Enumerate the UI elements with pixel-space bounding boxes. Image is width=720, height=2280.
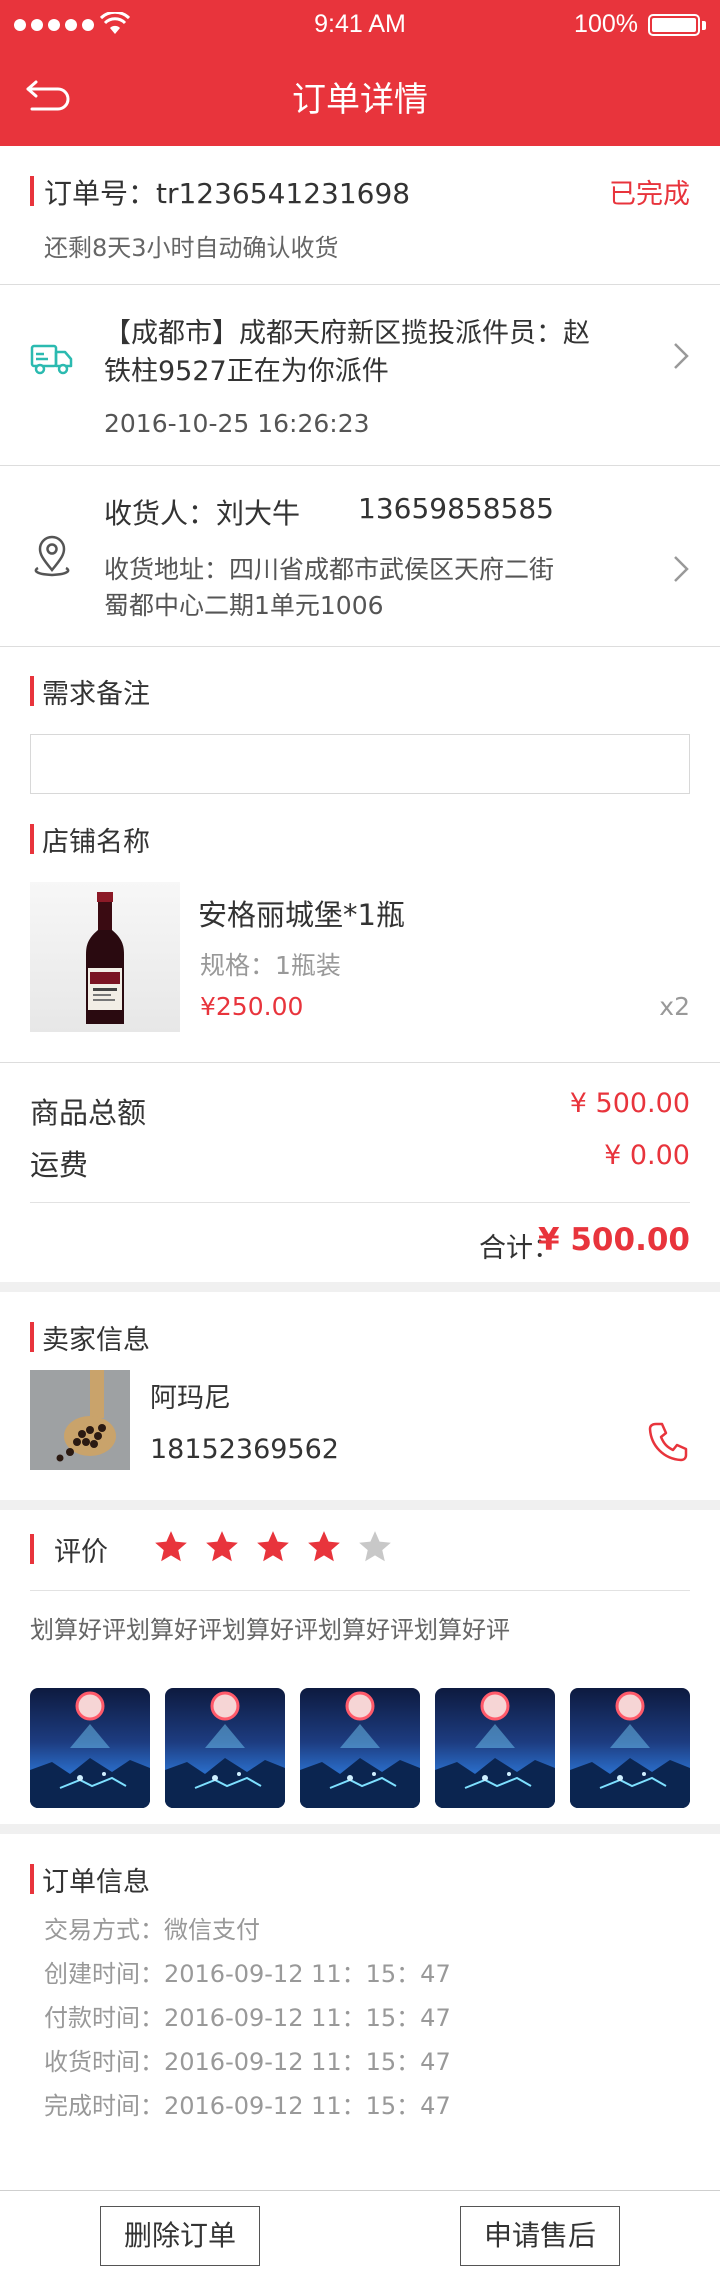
shipping-label: 运费 bbox=[30, 1148, 89, 1182]
section-marker bbox=[30, 1322, 34, 1352]
location-pin-icon bbox=[34, 535, 70, 577]
review-photo[interactable] bbox=[435, 1688, 555, 1808]
section-marker bbox=[30, 824, 34, 854]
wine-bottle-image bbox=[86, 892, 124, 1024]
logistics-time: 2016-10-25 16:26:23 bbox=[104, 409, 370, 438]
recipient-phone: 13659858585 bbox=[358, 492, 554, 525]
chevron-right-icon bbox=[674, 343, 689, 369]
page-title: 订单详情 bbox=[292, 80, 428, 120]
payment-method: 交易方式：微信支付 bbox=[44, 1916, 260, 1944]
review-text: 划算好评划算好评划算好评划算好评划算好评 bbox=[30, 1616, 510, 1644]
star-filled-icon bbox=[206, 1531, 238, 1562]
chevron-right-icon bbox=[674, 556, 689, 582]
review-title: 评价 bbox=[54, 1537, 108, 1568]
review-photo[interactable] bbox=[570, 1688, 690, 1808]
star-filled-icon bbox=[308, 1531, 340, 1562]
status-bar: 9:41 AM 100% bbox=[0, 0, 720, 50]
phone-call-icon[interactable] bbox=[646, 1420, 690, 1464]
section-marker bbox=[30, 1864, 34, 1894]
product-spec: 规格：1瓶装 bbox=[200, 951, 341, 980]
product-name: 安格丽城堡*1瓶 bbox=[198, 898, 405, 932]
shipping-value: ¥ 0.00 bbox=[604, 1140, 690, 1171]
logistics-message-line1: 【成都市】成都天府新区揽投派件员：赵 bbox=[104, 318, 590, 349]
seller-name: 阿玛尼 bbox=[150, 1383, 231, 1414]
star-filled-icon bbox=[257, 1531, 289, 1562]
delivery-truck-icon bbox=[30, 344, 73, 375]
app-header: 9:41 AM 100% 订单详情 bbox=[0, 0, 720, 146]
product-image[interactable] bbox=[30, 882, 180, 1032]
product-price: ¥250.00 bbox=[200, 992, 304, 1021]
product-quantity: x2 bbox=[659, 992, 690, 1021]
seller-avatar bbox=[30, 1370, 130, 1470]
review-photo[interactable] bbox=[30, 1688, 150, 1808]
created-time: 创建时间：2016-09-12 11：15：47 bbox=[44, 1960, 451, 1988]
goods-total-value: ¥ 500.00 bbox=[569, 1088, 690, 1119]
review-photo[interactable] bbox=[300, 1688, 420, 1808]
logistics-row[interactable]: 【成都市】成都天府新区揽投派件员：赵 铁柱9527正在为你派件 2016-10-… bbox=[0, 285, 720, 465]
shop-name-title: 店铺名称 bbox=[42, 827, 150, 858]
star-filled-icon bbox=[155, 1531, 187, 1562]
paid-time: 付款时间：2016-09-12 11：15：47 bbox=[44, 2004, 451, 2032]
remarks-box[interactable] bbox=[30, 734, 690, 794]
address-line1: 收货地址：四川省成都市武侯区天府二街 bbox=[104, 555, 555, 584]
address-row[interactable]: 收货人：刘大牛 13659858585 收货地址：四川省成都市武侯区天府二街 蜀… bbox=[0, 466, 720, 646]
order-info-title: 订单信息 bbox=[42, 1867, 150, 1898]
completed-time: 完成时间：2016-09-12 11：15：47 bbox=[44, 2092, 451, 2120]
after-sale-button[interactable]: 申请售后 bbox=[460, 2206, 620, 2266]
delete-order-button[interactable]: 删除订单 bbox=[100, 2206, 260, 2266]
section-marker bbox=[30, 676, 34, 706]
remarks-title: 需求备注 bbox=[42, 679, 150, 710]
review-photo[interactable] bbox=[165, 1688, 285, 1808]
section-marker bbox=[30, 176, 34, 206]
battery-percent: 100% bbox=[574, 10, 638, 38]
battery-icon bbox=[648, 14, 700, 36]
section-marker bbox=[30, 1534, 34, 1564]
address-line2: 蜀都中心二期1单元1006 bbox=[104, 591, 384, 620]
seller-info-title: 卖家信息 bbox=[42, 1325, 150, 1356]
seller-phone: 18152369562 bbox=[150, 1434, 339, 1465]
goods-total-label: 商品总额 bbox=[30, 1096, 147, 1130]
auto-confirm-note: 还剩8天3小时自动确认收货 bbox=[44, 234, 339, 262]
rating-stars bbox=[152, 1528, 394, 1568]
star-empty-icon bbox=[359, 1531, 391, 1562]
order-number: 订单号：tr1236541231698 bbox=[44, 177, 411, 210]
recipient-name: 收货人：刘大牛 bbox=[104, 497, 301, 530]
received-time: 收货时间：2016-09-12 11：15：47 bbox=[44, 2048, 451, 2076]
order-status-badge: 已完成 bbox=[609, 179, 690, 210]
total-value: ¥ 500.00 bbox=[538, 1222, 690, 1258]
logistics-message-line2: 铁柱9527正在为你派件 bbox=[104, 356, 389, 387]
